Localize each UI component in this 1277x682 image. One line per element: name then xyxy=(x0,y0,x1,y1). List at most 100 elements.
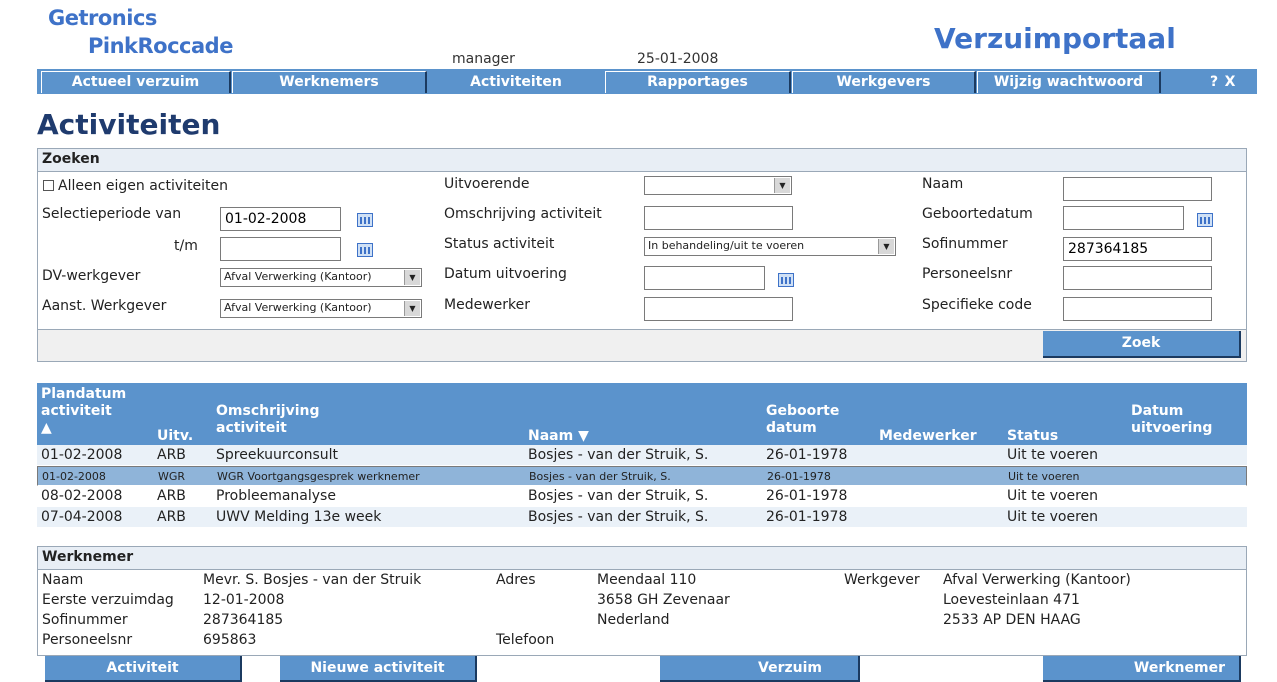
birthdate-input[interactable] xyxy=(1063,206,1184,230)
col-exec[interactable]: Uitv. xyxy=(157,428,193,445)
period-from-input[interactable] xyxy=(220,207,341,231)
chevron-down-icon: ▼ xyxy=(404,270,420,285)
emp-name-value: Mevr. S. Bosjes - van der Struik xyxy=(203,572,422,588)
period-to-label: t/m xyxy=(174,238,198,254)
exec-date-input[interactable] xyxy=(644,266,765,290)
code-label: Specifieke code xyxy=(922,297,1032,313)
table-row[interactable]: 01-02-2008 ARB Spreekuurconsult Bosjes -… xyxy=(37,445,1247,466)
emp-name-label: Naam xyxy=(42,572,84,588)
cell-status: Uit te voeren xyxy=(1008,470,1080,483)
birthdate-calendar-icon[interactable] xyxy=(1197,213,1213,227)
cell-status: Uit te voeren xyxy=(1007,447,1099,463)
employee-panel-header: Werknemer xyxy=(38,547,1246,570)
description-label: Omschrijving activiteit xyxy=(444,206,602,222)
name-label: Naam xyxy=(922,176,964,192)
cell-birth: 26-01-1978 xyxy=(767,470,831,483)
cell-name: Bosjes - van der Struik, S. xyxy=(528,447,709,463)
col-desc[interactable]: Omschrijving activiteit xyxy=(216,403,320,437)
aanst-employer-label: Aanst. Werkgever xyxy=(42,298,167,314)
cell-name: Bosjes - van der Struik, S. xyxy=(528,509,709,525)
period-from-calendar-icon[interactable] xyxy=(357,213,373,227)
emp-employer-line1: Afval Verwerking (Kantoor) xyxy=(943,572,1131,588)
col-execdate-line1: Datum xyxy=(1131,403,1184,419)
col-desc-line2: activiteit xyxy=(216,420,287,436)
table-row[interactable]: 07-04-2008 ARB UWV Melding 13e week Bosj… xyxy=(37,507,1247,528)
nav-rapportages[interactable]: Rapportages xyxy=(605,71,791,93)
col-plandate-line2: activiteit xyxy=(41,403,112,419)
nav-werkgevers[interactable]: Werkgevers xyxy=(792,71,976,93)
status-value: In behandeling/uit te voeren xyxy=(648,239,805,252)
aanst-employer-select[interactable]: Afval Verwerking (Kantoor) ▼ xyxy=(220,299,422,318)
col-desc-line1: Omschrijving xyxy=(216,403,320,419)
emp-employer-label: Werkgever xyxy=(844,572,920,588)
employee-button[interactable]: Werknemer xyxy=(1043,656,1241,682)
own-activities-label: Alleen eigen activiteiten xyxy=(58,178,229,194)
cell-desc: Spreekuurconsult xyxy=(216,447,339,463)
aanst-employer-value: Afval Verwerking (Kantoor) xyxy=(224,301,372,314)
nav-activiteiten[interactable]: Activiteiten xyxy=(428,72,604,94)
table-row[interactable]: 08-02-2008 ARB Probleemanalyse Bosjes - … xyxy=(37,486,1247,507)
results-table: Plandatum activiteit ▲ Uitv. Omschrijvin… xyxy=(37,383,1247,528)
cell-exec: ARB xyxy=(157,447,186,463)
emp-employer-line3: 2533 AP DEN HAAG xyxy=(943,612,1081,628)
col-status[interactable]: Status xyxy=(1007,428,1058,445)
page-title: Activiteiten xyxy=(37,108,221,141)
sofi-input[interactable] xyxy=(1063,237,1212,261)
cell-desc: Probleemanalyse xyxy=(216,488,336,504)
cell-date: 01-02-2008 xyxy=(42,470,106,483)
col-execdate[interactable]: Datum uitvoering xyxy=(1131,403,1212,437)
period-from-label: Selectieperiode van xyxy=(42,206,182,222)
name-input[interactable] xyxy=(1063,177,1212,201)
exec-date-calendar-icon[interactable] xyxy=(778,273,794,287)
persnr-input[interactable] xyxy=(1063,266,1212,290)
executing-select[interactable]: ▼ xyxy=(644,176,792,195)
employee-input[interactable] xyxy=(644,297,793,321)
table-row[interactable]: 01-02-2008 WGR WGR Voortgangsgesprek wer… xyxy=(37,466,1247,486)
help-button[interactable]: ? xyxy=(1207,72,1221,94)
cell-desc: WGR Voortgangsgesprek werknemer xyxy=(217,470,420,483)
nav-werknemers[interactable]: Werknemers xyxy=(232,71,427,93)
description-input[interactable] xyxy=(644,206,793,230)
emp-employer-line2: Loevesteinlaan 471 xyxy=(943,592,1080,608)
cell-exec: ARB xyxy=(157,509,186,525)
dv-employer-select[interactable]: Afval Verwerking (Kantoor) ▼ xyxy=(220,268,422,287)
cell-status: Uit te voeren xyxy=(1007,509,1099,525)
emp-persnr-value: 695863 xyxy=(203,632,257,648)
cell-date: 08-02-2008 xyxy=(41,488,123,504)
search-button[interactable]: Zoek xyxy=(1043,331,1241,358)
emp-persnr-label: Personeelsnr xyxy=(42,632,133,648)
col-plandate-line1: Plandatum xyxy=(41,386,127,402)
activity-button[interactable]: Activiteit xyxy=(45,656,242,682)
col-birth[interactable]: Geboorte datum xyxy=(766,403,839,437)
nav-wijzig-wachtwoord[interactable]: Wijzig wachtwoord xyxy=(977,71,1161,93)
period-to-calendar-icon[interactable] xyxy=(357,243,373,257)
new-activity-button[interactable]: Nieuwe activiteit xyxy=(280,656,477,682)
brand-title: Verzuimportaal xyxy=(934,22,1176,55)
emp-address-line3: Nederland xyxy=(597,612,670,628)
code-input[interactable] xyxy=(1063,297,1212,321)
own-activities-checkbox[interactable] xyxy=(43,180,54,191)
current-date: 25-01-2008 xyxy=(637,51,719,67)
absence-button[interactable]: Verzuim xyxy=(660,656,860,682)
col-name[interactable]: Naam ▼ xyxy=(528,428,589,445)
period-to-input[interactable] xyxy=(220,237,341,261)
cell-exec: WGR xyxy=(158,470,186,483)
col-birth-line2: datum xyxy=(766,420,817,436)
cell-birth: 26-01-1978 xyxy=(766,488,848,504)
col-execdate-line2: uitvoering xyxy=(1131,420,1213,436)
cell-exec: ARB xyxy=(157,488,186,504)
cell-name: Bosjes - van der Struik, S. xyxy=(528,488,709,504)
emp-first-day-value: 12-01-2008 xyxy=(203,592,285,608)
current-user: manager xyxy=(452,51,515,67)
col-plandate[interactable]: Plandatum activiteit ▲ xyxy=(41,386,126,437)
status-select[interactable]: In behandeling/uit te voeren ▼ xyxy=(644,237,896,256)
close-button[interactable]: X xyxy=(1223,72,1237,94)
chevron-down-icon: ▼ xyxy=(404,301,420,316)
cell-name: Bosjes - van der Struik, S. xyxy=(529,470,671,483)
col-birth-line1: Geboorte xyxy=(766,403,840,419)
nav-actueel-verzuim[interactable]: Actueel verzuim xyxy=(41,71,231,93)
col-employee[interactable]: Medewerker xyxy=(879,428,977,445)
dv-employer-label: DV-werkgever xyxy=(42,268,141,284)
chevron-down-icon: ▼ xyxy=(878,239,894,254)
emp-address-line1: Meendaal 110 xyxy=(597,572,697,588)
